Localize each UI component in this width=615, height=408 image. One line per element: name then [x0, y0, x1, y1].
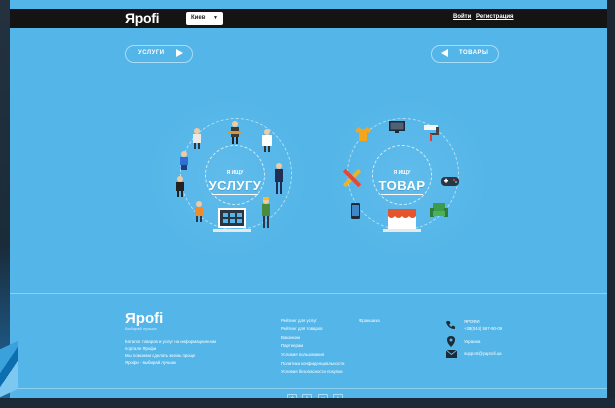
- paint-roller-icon: [424, 125, 439, 141]
- laptop-icon: [213, 208, 251, 232]
- builder-figure-icon: [262, 197, 270, 228]
- footer-about-line: Каталог товаров и услуг на информационно…: [125, 339, 216, 344]
- mail-icon: [446, 350, 457, 358]
- footer-link-vacancies[interactable]: Вакансии: [281, 335, 300, 340]
- goods-small-label: Я ИЩУ: [393, 170, 411, 176]
- location-pin-icon: [447, 336, 455, 347]
- goods-underline: [381, 194, 423, 195]
- goods-big-label: ТОВАР: [378, 178, 426, 193]
- services-underline: [212, 194, 258, 195]
- footer-link-services-rating[interactable]: Рейтинг для услуг: [281, 318, 317, 323]
- pencil-ruler-icon: [342, 168, 362, 188]
- goods-button-label: ТОВАРЫ: [459, 50, 489, 56]
- phone-icon: [351, 203, 360, 219]
- phone-handset-icon: [446, 321, 455, 329]
- frame-bottom: [0, 398, 615, 408]
- waiter-figure-icon: [176, 176, 184, 197]
- contact-email[interactable]: support@yaprofi.ua: [464, 351, 502, 356]
- logo-text-prefix: Ярo: [125, 10, 152, 26]
- corner-decoration: [0, 340, 18, 400]
- logo-text-suffix: fi: [151, 10, 160, 26]
- services-button[interactable]: УСЛУГИ: [125, 45, 193, 63]
- footer-tagline: Выбирай лучших: [125, 326, 157, 331]
- contact-phone[interactable]: +38(044) 567-90-09: [464, 326, 502, 331]
- footer-divider-bottom: [10, 388, 607, 389]
- footer-link-purchase-safety[interactable]: Условия безопасности покупки: [281, 369, 343, 374]
- top-bar: Ярofi Киев ▼ Войти Регистрация: [10, 9, 607, 28]
- header-logo[interactable]: Ярofi: [125, 10, 160, 26]
- footer-link-privacy[interactable]: Политика конфиденциальности: [281, 361, 344, 366]
- services-big-label: УСЛУГУ: [208, 178, 262, 193]
- page: Ярofi Киев ▼ Войти Регистрация УСЛУГИ ТО…: [0, 0, 615, 408]
- services-small-label: Я ИЩУ: [226, 170, 244, 176]
- worker-figure-icon: [193, 128, 201, 149]
- arrow-left-icon: [441, 49, 448, 57]
- register-link[interactable]: Регистрация: [476, 14, 514, 20]
- woman-figure-icon: [180, 151, 188, 170]
- armchair-icon: [430, 203, 448, 217]
- services-button-label: УСЛУГИ: [138, 50, 165, 56]
- doctor-figure-icon: [262, 129, 272, 152]
- footer-logo[interactable]: Ярofi: [125, 310, 163, 327]
- contact-company: ЯРОФИ: [464, 319, 480, 324]
- musician-figure-icon: [228, 121, 242, 144]
- footer-about-line: Мы поможем сделать жизнь проще: [125, 353, 196, 358]
- chevron-down-icon: ▼: [213, 15, 218, 21]
- tv-icon: [389, 121, 405, 133]
- mechanic-figure-icon: [195, 201, 203, 222]
- city-selector[interactable]: Киев ▼: [186, 12, 223, 25]
- businessman-figure-icon: [275, 163, 283, 194]
- footer-link-terms[interactable]: Условия пользования: [281, 352, 324, 357]
- login-link[interactable]: Войти: [453, 14, 471, 20]
- arrow-right-icon: [176, 49, 183, 57]
- goods-button[interactable]: ТОВАРЫ: [431, 45, 499, 63]
- footer-link-partners[interactable]: Партнерам: [281, 343, 303, 348]
- tshirt-icon: [355, 127, 371, 141]
- footer-divider-top: [10, 293, 607, 294]
- footer-link-franchise[interactable]: Франшиза: [359, 318, 380, 323]
- shop-laptop-icon: [383, 209, 421, 232]
- contact-country: Украина: [464, 339, 481, 344]
- city-selector-value: Киев: [191, 15, 206, 21]
- footer-about-line: Ярофи - выбирай лучших: [125, 360, 177, 365]
- footer-link-goods-rating[interactable]: Рейтинг для товаров: [281, 326, 323, 331]
- gamepad-icon: [441, 177, 459, 186]
- frame-right: [607, 0, 615, 408]
- footer-about-line: портале Ярофи: [125, 346, 157, 351]
